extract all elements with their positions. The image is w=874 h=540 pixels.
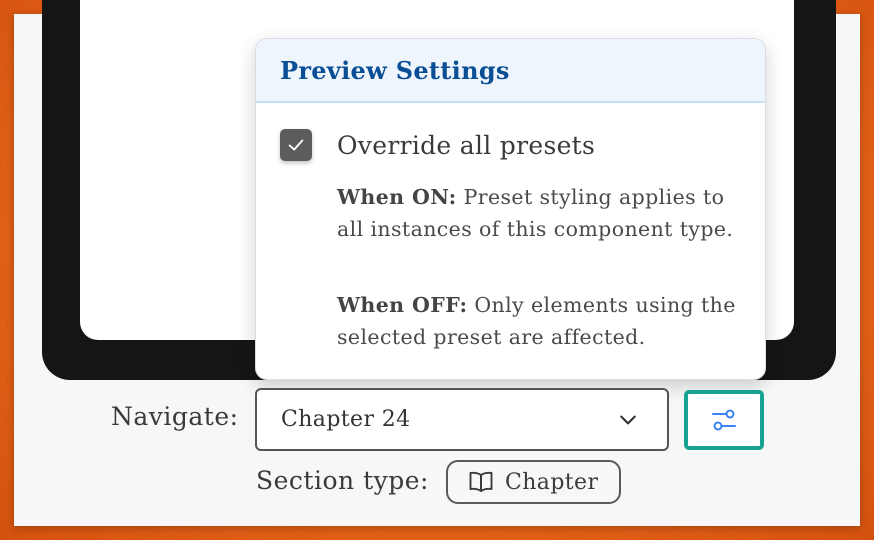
when-off-lead: When OFF: — [337, 293, 468, 317]
preview-settings-button[interactable] — [684, 390, 764, 450]
preview-settings-popover: Preview Settings Override all presets Wh… — [255, 38, 766, 380]
check-icon — [288, 139, 304, 151]
book-open-icon — [469, 471, 493, 492]
override-presets-checkbox[interactable] — [280, 129, 312, 161]
section-type-label: Section type: — [256, 466, 429, 495]
section-type-value: Chapter — [505, 469, 599, 495]
popover-header: Preview Settings — [256, 39, 765, 103]
override-presets-option[interactable]: Override all presets — [280, 129, 595, 161]
override-presets-label: Override all presets — [337, 130, 596, 160]
when-off-description: When OFF: Only elements using the select… — [337, 289, 747, 353]
chevron-down-icon — [620, 415, 636, 425]
navigate-label: Navigate: — [111, 402, 239, 431]
navigate-select[interactable]: Chapter 24 — [255, 388, 669, 451]
navigate-selected-value: Chapter 24 — [281, 407, 411, 432]
when-on-description: When ON: Preset styling applies to all i… — [337, 181, 747, 245]
section-type-badge: Chapter — [446, 460, 621, 504]
popover-title: Preview Settings — [280, 55, 510, 85]
preview-panel: Preview Settings Override all presets Wh… — [14, 0, 860, 526]
when-on-lead: When ON: — [337, 185, 457, 209]
sliders-icon — [712, 409, 736, 431]
